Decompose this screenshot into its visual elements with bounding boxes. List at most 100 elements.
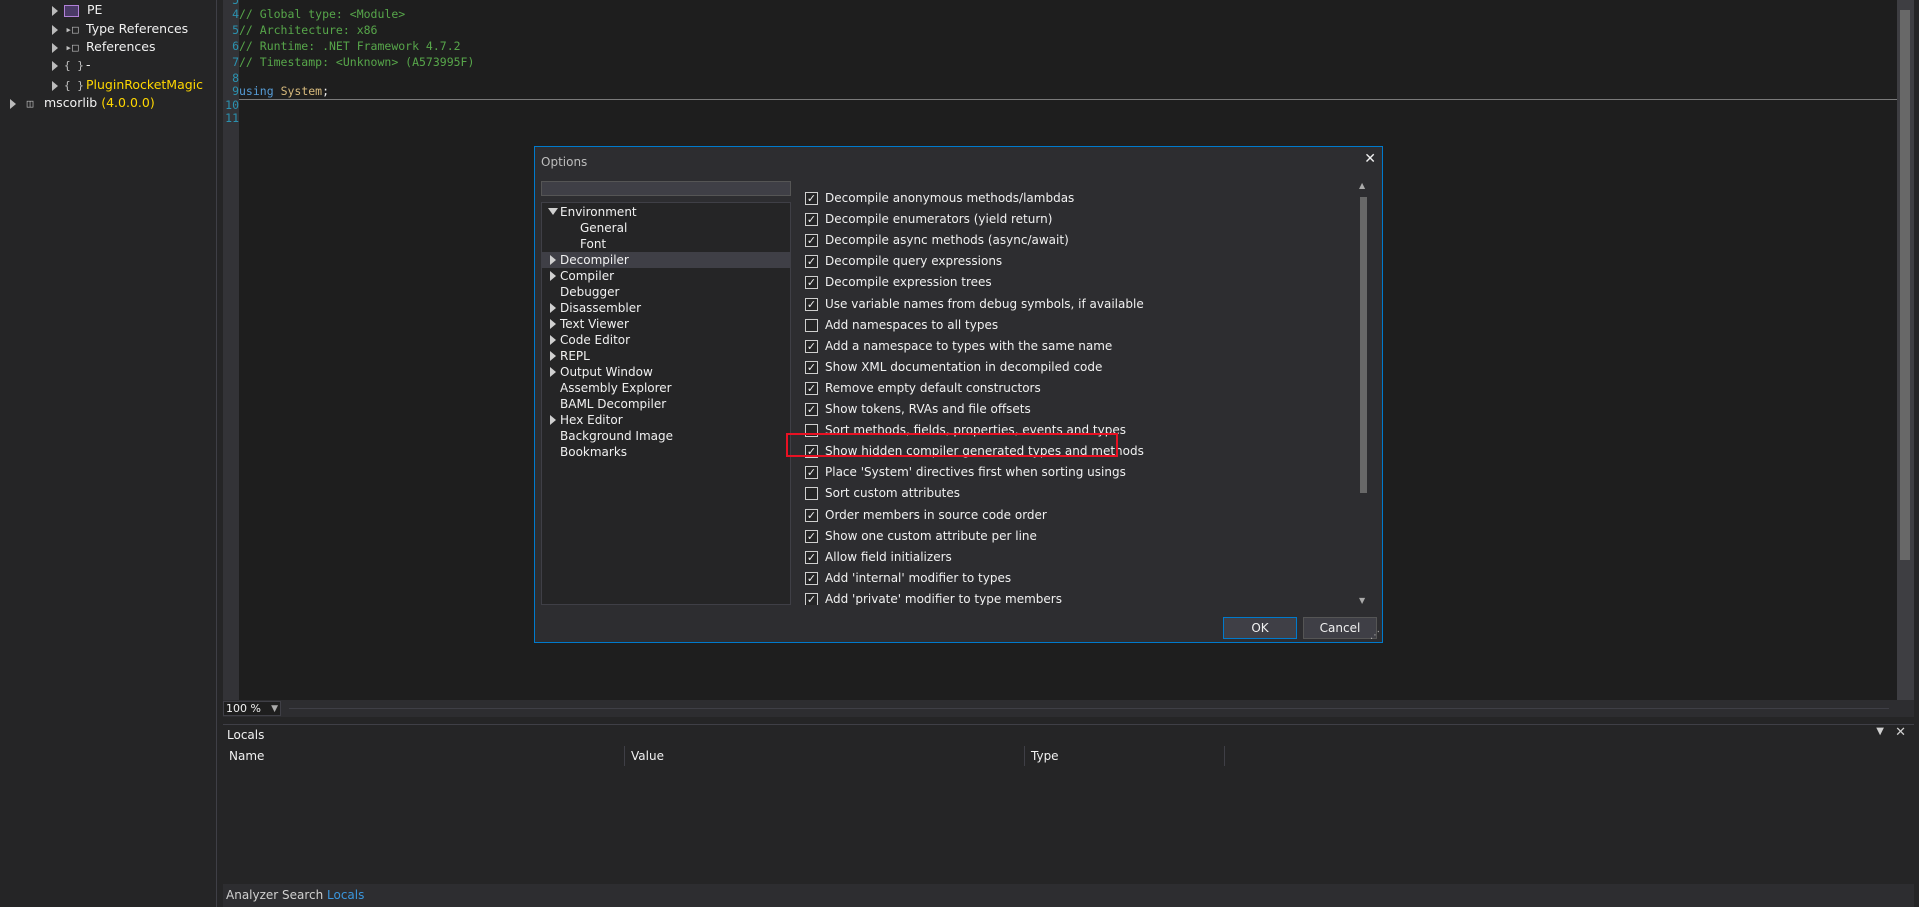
checkbox-checked[interactable]: ✓ xyxy=(805,508,818,522)
tab-search[interactable]: Search xyxy=(282,888,323,902)
expand-arrow-icon[interactable] xyxy=(550,335,556,345)
search-input[interactable] xyxy=(541,181,791,196)
option-label: Decompile async methods (async/await) xyxy=(825,233,1069,248)
options-scrollbar[interactable]: ▲ ▼ xyxy=(1358,181,1370,605)
expand-arrow-icon[interactable] xyxy=(10,98,16,109)
option-label: Add 'internal' modifier to types xyxy=(825,570,1012,585)
expand-arrow-icon[interactable] xyxy=(550,415,556,425)
code-line: 5// Architecture: x86 xyxy=(232,24,377,37)
options-dialog: Options ✕ Environment General Font Decom… xyxy=(534,146,1383,643)
panel-menu-icon[interactable]: ▼ xyxy=(1876,726,1884,737)
checkbox-checked[interactable]: ✓ xyxy=(805,297,818,311)
option-label: Decompile enumerators (yield return) xyxy=(825,212,1053,227)
nav-item-output-window[interactable]: Output Window xyxy=(542,364,790,380)
checkbox-checked[interactable]: ✓ xyxy=(805,339,818,353)
expand-arrow-icon[interactable] xyxy=(550,303,556,313)
tree-item-label: References xyxy=(86,39,156,54)
current-line-indicator xyxy=(239,99,1897,100)
line-number: 9 xyxy=(232,84,239,98)
ok-button[interactable]: OK xyxy=(1223,617,1297,639)
column-header-value[interactable]: Value xyxy=(625,746,1025,766)
nav-item-decompiler[interactable]: Decompiler xyxy=(542,252,790,268)
nav-item-hex-editor[interactable]: Hex Editor xyxy=(542,412,790,428)
tree-item-pluginrocketmagic[interactable]: { } PluginRocketMagic xyxy=(52,76,203,94)
close-icon[interactable]: ✕ xyxy=(1364,151,1376,167)
scroll-up-icon[interactable]: ▲ xyxy=(1359,181,1365,190)
expand-arrow-icon[interactable] xyxy=(550,271,556,281)
scroll-down-icon[interactable]: ▼ xyxy=(1359,596,1365,605)
scrollbar-thumb[interactable] xyxy=(1360,197,1367,493)
code-line: 7// Timestamp: <Unknown> (A573995F) xyxy=(232,55,475,69)
resize-grip-icon[interactable]: ⋰ xyxy=(1370,630,1380,641)
tab-analyzer[interactable]: Analyzer xyxy=(226,888,278,902)
code-comment: // Timestamp: <Unknown> (A573995F) xyxy=(239,55,475,69)
nav-item-repl[interactable]: REPL xyxy=(542,348,790,364)
cancel-button[interactable]: Cancel xyxy=(1303,617,1377,639)
expand-arrow-icon[interactable] xyxy=(550,255,556,265)
code-line: 4// Global type: <Module> xyxy=(232,8,405,21)
tree-item-mscorlib[interactable]: ◫ mscorlib (4.0.0.0) xyxy=(10,94,155,112)
checkbox-checked[interactable]: ✓ xyxy=(805,571,818,585)
expand-arrow-icon[interactable] xyxy=(550,351,556,361)
checkbox-checked[interactable]: ✓ xyxy=(805,192,818,205)
tab-locals[interactable]: Locals xyxy=(327,888,364,902)
nav-item-general[interactable]: General xyxy=(542,220,790,236)
checkbox-unchecked[interactable] xyxy=(805,487,818,501)
nav-item-compiler[interactable]: Compiler xyxy=(542,268,790,284)
nav-item-debugger[interactable]: Debugger xyxy=(542,284,790,300)
code-line: 9 using System; xyxy=(232,85,329,98)
line-number: 5 xyxy=(232,23,239,37)
checkbox-checked[interactable]: ✓ xyxy=(805,360,818,374)
type-references-icon: ▸□ xyxy=(65,23,79,36)
editor-status-strip: 100 % ▼ xyxy=(223,700,1914,717)
tree-item-namespace-dash[interactable]: { } - xyxy=(52,56,91,74)
nav-item-code-editor[interactable]: Code Editor xyxy=(542,332,790,348)
column-header-name[interactable]: Name xyxy=(223,746,625,766)
assembly-explorer: PE ▸□ Type References ▸□ References { } - {… xyxy=(0,0,217,907)
decompiler-options-list: ✓ Decompile anonymous methods/lambdas ✓ Dec… xyxy=(795,181,1375,605)
checkbox-unchecked[interactable] xyxy=(805,318,818,332)
option-label: Show one custom attribute per line xyxy=(825,528,1037,543)
pe-icon xyxy=(64,4,79,17)
zoom-value: 100 % xyxy=(226,702,261,715)
tree-item-references[interactable]: ▸□ References xyxy=(52,38,155,56)
expand-arrow-icon[interactable] xyxy=(52,5,58,16)
expand-arrow-icon[interactable] xyxy=(52,42,58,53)
scrollbar-thumb[interactable] xyxy=(1900,10,1910,560)
nav-item-font[interactable]: Font xyxy=(542,236,790,252)
nav-item-baml-decompiler[interactable]: BAML Decompiler xyxy=(542,396,790,412)
collapse-arrow-icon[interactable] xyxy=(548,208,558,215)
nav-item-disassembler[interactable]: Disassembler xyxy=(542,300,790,316)
checkbox-checked[interactable]: ✓ xyxy=(805,592,818,605)
expand-arrow-icon[interactable] xyxy=(550,367,556,377)
close-icon[interactable]: ✕ xyxy=(1895,725,1906,740)
checkbox-checked[interactable]: ✓ xyxy=(805,234,818,248)
expand-arrow-icon[interactable] xyxy=(52,24,58,35)
nav-item-assembly-explorer[interactable]: Assembly Explorer xyxy=(542,380,790,396)
option-label: Allow field initializers xyxy=(825,549,952,564)
expand-arrow-icon[interactable] xyxy=(52,60,58,71)
tree-item-pe[interactable]: PE xyxy=(52,1,102,19)
option-label: Add a namespace to types with the same n… xyxy=(825,338,1113,353)
checkbox-checked[interactable]: ✓ xyxy=(805,466,818,480)
checkbox-checked[interactable]: ✓ xyxy=(805,213,818,227)
checkbox-checked[interactable]: ✓ xyxy=(805,276,818,290)
option-label: Remove empty default constructors xyxy=(825,380,1041,395)
zoom-combobox[interactable]: 100 % ▼ xyxy=(223,701,281,716)
tree-item-type-references[interactable]: ▸□ Type References xyxy=(52,20,188,38)
expand-arrow-icon[interactable] xyxy=(52,80,58,91)
checkbox-checked[interactable]: ✓ xyxy=(805,529,818,543)
chevron-down-icon: ▼ xyxy=(271,704,278,714)
nav-item-environment[interactable]: Environment xyxy=(542,204,790,220)
option-label: Place 'System' directives first when sor… xyxy=(825,465,1126,480)
checkbox-checked[interactable]: ✓ xyxy=(805,381,818,395)
checkbox-checked[interactable]: ✓ xyxy=(805,403,818,416)
nav-item-bookmarks[interactable]: Bookmarks xyxy=(542,444,790,460)
checkbox-checked[interactable]: ✓ xyxy=(805,255,818,269)
expand-arrow-icon[interactable] xyxy=(550,319,556,329)
nav-item-background-image[interactable]: Background Image xyxy=(542,428,790,444)
checkbox-checked[interactable]: ✓ xyxy=(805,550,818,564)
column-header-type[interactable]: Type xyxy=(1025,746,1225,766)
horizontal-scrollbar[interactable] xyxy=(289,708,1889,709)
nav-item-text-viewer[interactable]: Text Viewer xyxy=(542,316,790,332)
